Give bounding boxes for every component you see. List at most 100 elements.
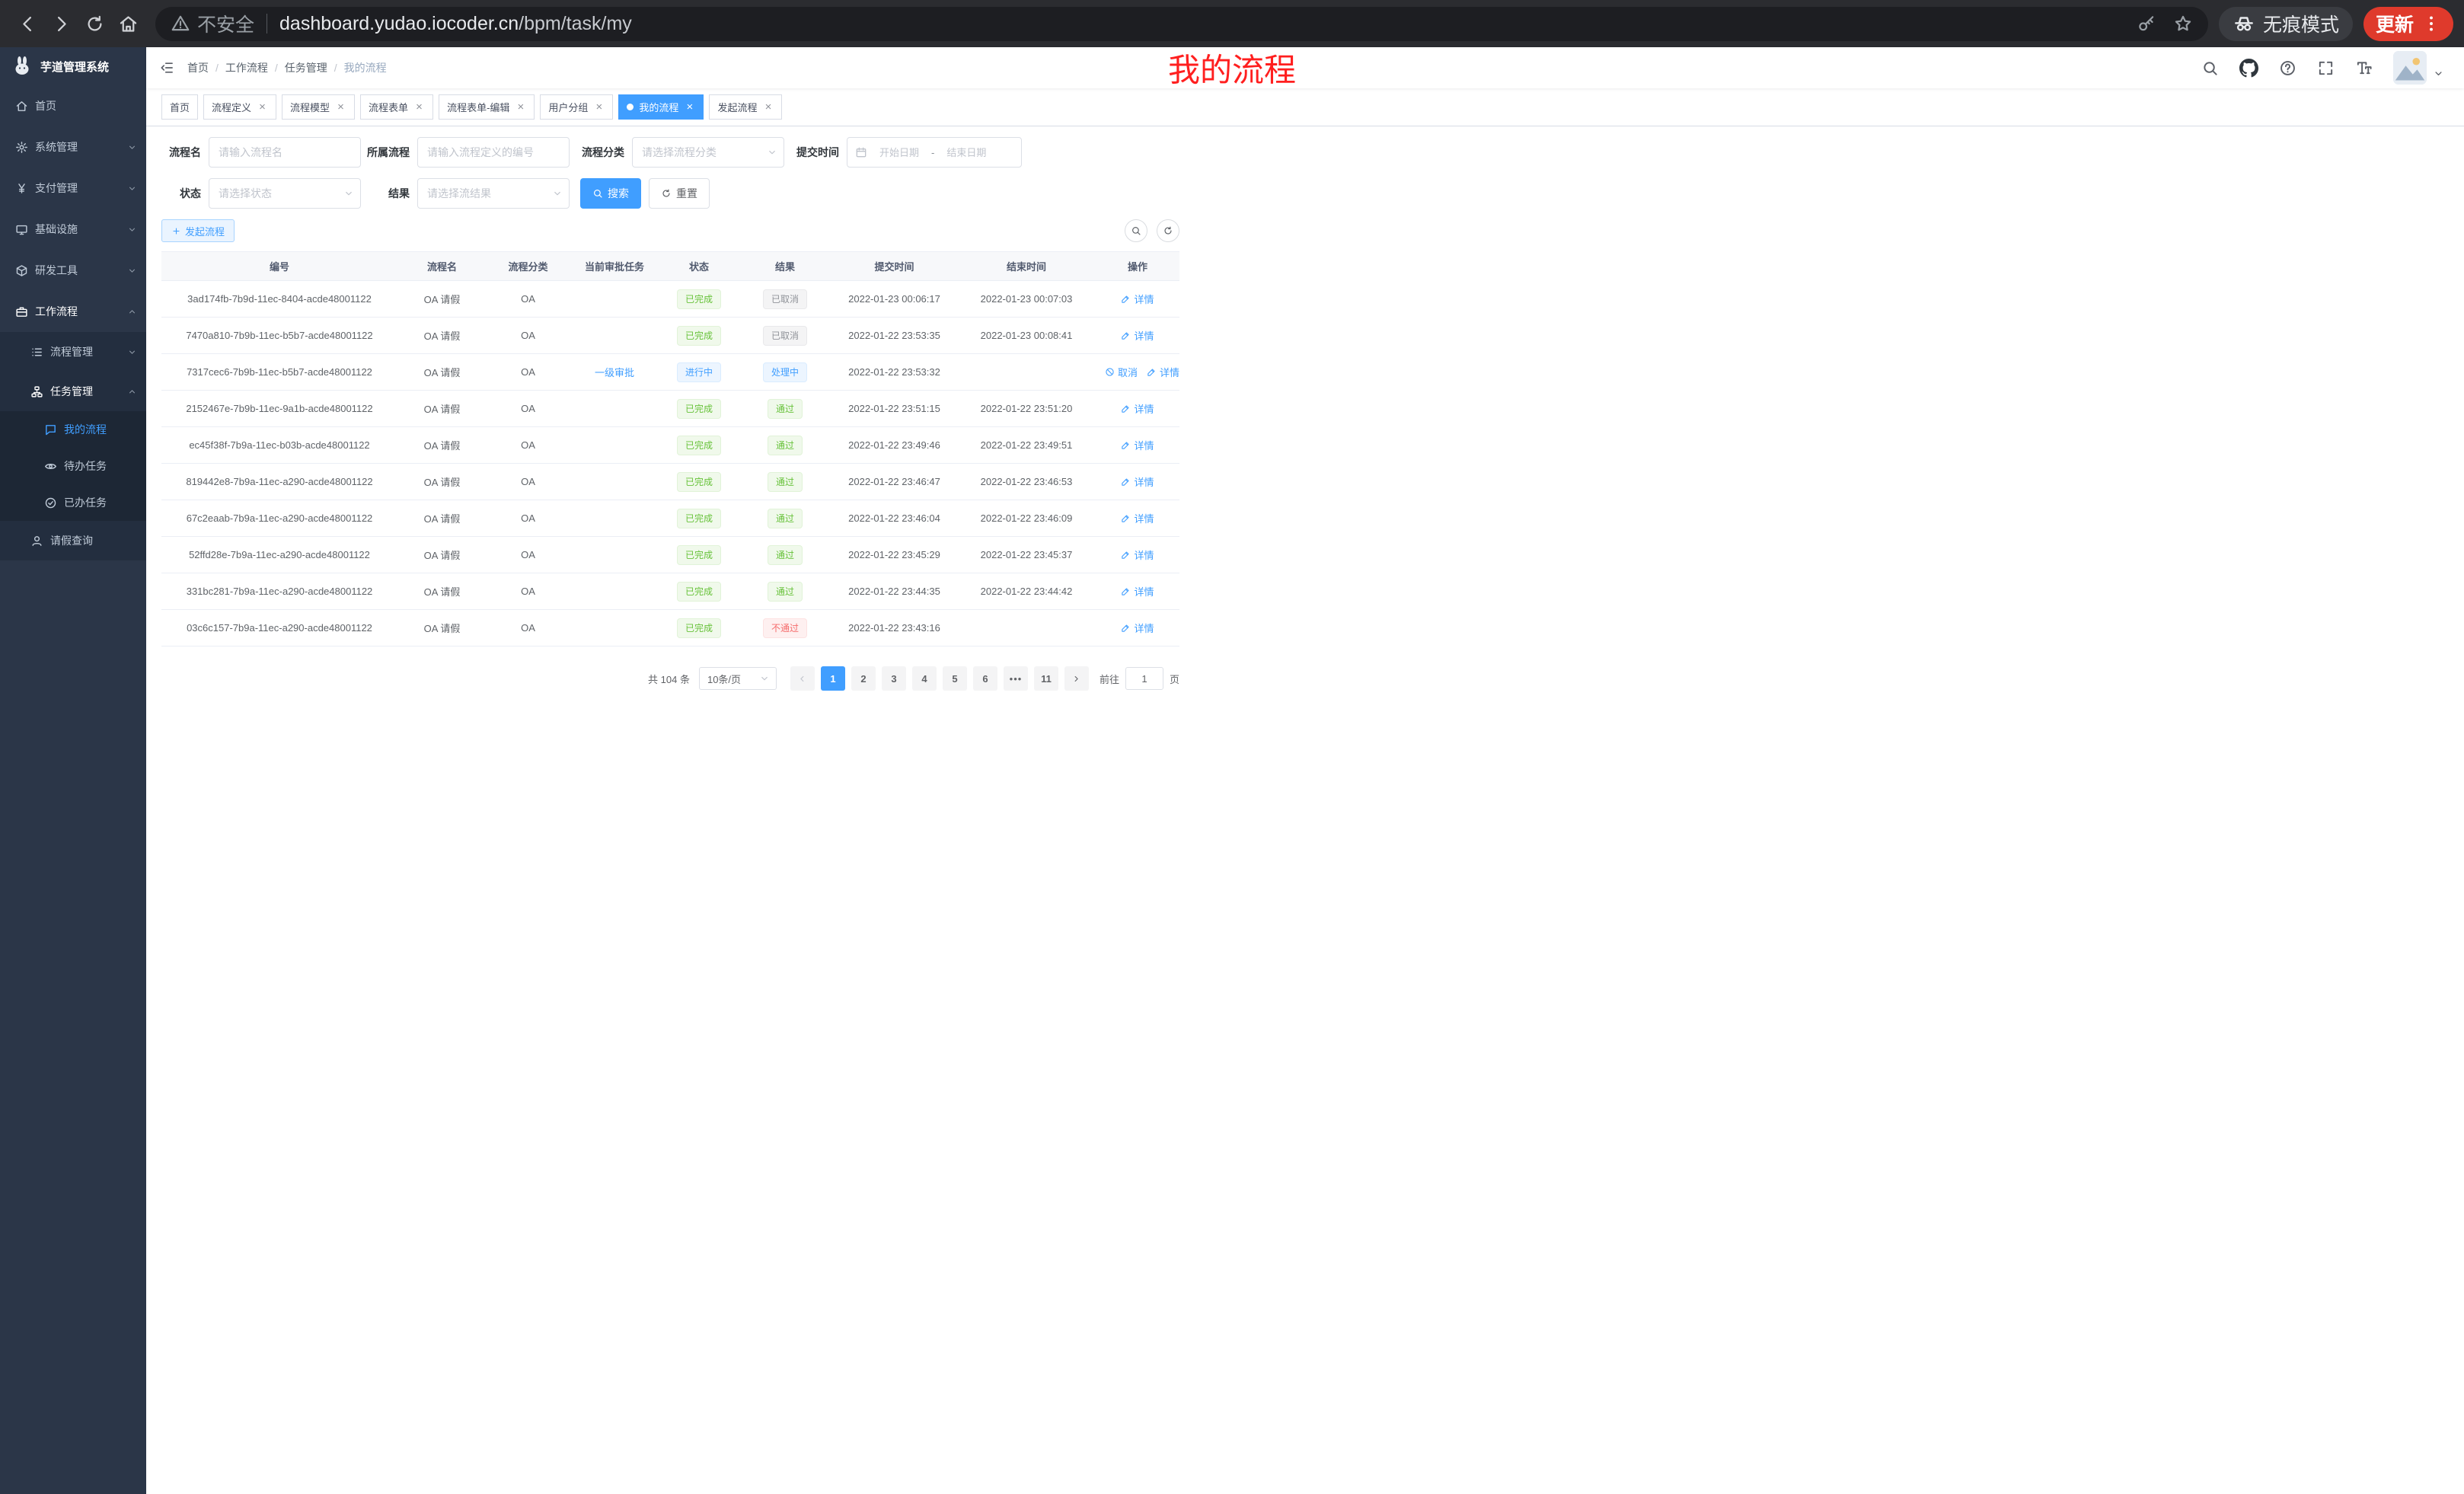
status-select[interactable] <box>209 178 361 209</box>
status-select-input[interactable] <box>209 178 361 209</box>
sidebar-fold-button[interactable] <box>146 47 187 88</box>
cell-current-task <box>570 281 659 318</box>
detail-action-link[interactable]: 详情 <box>1121 621 1154 635</box>
tab-process-form-edit[interactable]: 流程表单-编辑× <box>439 94 535 120</box>
prev-page-button[interactable] <box>790 666 815 691</box>
caret-down-icon[interactable] <box>2433 68 2444 79</box>
sidebar-item-my-process[interactable]: 我的流程 <box>0 411 146 448</box>
category-select[interactable] <box>632 137 784 168</box>
monitor-icon <box>15 223 28 236</box>
sidebar-item-process-manage[interactable]: 流程管理 <box>0 332 146 372</box>
sidebar-menu: 首页系统管理支付管理基础设施研发工具工作流程流程管理任务管理我的流程待办任务已办… <box>0 85 146 560</box>
detail-action-link[interactable]: 详情 <box>1121 328 1154 343</box>
sidebar-item-system[interactable]: 系统管理 <box>0 126 146 168</box>
avatar[interactable] <box>2393 51 2427 85</box>
sidebar-item-workflow[interactable]: 工作流程 <box>0 291 146 332</box>
status-tag: 已完成 <box>677 289 721 309</box>
sidebar-item-home[interactable]: 首页 <box>0 85 146 126</box>
tab-close-icon[interactable]: × <box>593 101 605 113</box>
tab-close-icon[interactable]: × <box>335 101 346 113</box>
tab-start-process[interactable]: 发起流程× <box>709 94 782 120</box>
process-definition-input[interactable] <box>417 137 570 168</box>
detail-action-link[interactable]: 详情 <box>1121 547 1154 562</box>
tab-process-form[interactable]: 流程表单× <box>360 94 433 120</box>
current-task-link[interactable]: 一级审批 <box>595 367 634 378</box>
sidebar-item-leave-query[interactable]: 请假查询 <box>0 521 146 560</box>
tab-close-icon[interactable]: × <box>413 101 425 113</box>
sidebar-item-todo-task[interactable]: 待办任务 <box>0 448 146 484</box>
refresh-icon <box>661 188 672 199</box>
submit-time-range[interactable]: - <box>847 137 1022 168</box>
breadcrumb-task-manage[interactable]: 任务管理 <box>285 60 327 75</box>
cell-category: OA <box>487 610 570 646</box>
browser-forward-button[interactable] <box>44 7 78 40</box>
page-button-2[interactable]: 2 <box>851 666 876 691</box>
sidebar-item-payment[interactable]: 支付管理 <box>0 168 146 209</box>
start-date-input[interactable] <box>871 147 927 158</box>
tab-process-definition[interactable]: 流程定义× <box>203 94 276 120</box>
detail-action-link[interactable]: 详情 <box>1121 292 1154 306</box>
page-button-6[interactable]: 6 <box>973 666 997 691</box>
result-tag: 处理中 <box>763 362 807 382</box>
fullscreen-icon[interactable] <box>2317 59 2335 77</box>
search-button[interactable]: 搜索 <box>580 178 641 209</box>
sidebar-item-infra[interactable]: 基础设施 <box>0 209 146 250</box>
sidebar-item-task-manage[interactable]: 任务管理 <box>0 372 146 411</box>
tab-home[interactable]: 首页 <box>161 94 198 120</box>
detail-action-link[interactable]: 详情 <box>1121 438 1154 452</box>
detail-action-link[interactable]: 详情 <box>1121 401 1154 416</box>
tab-process-model[interactable]: 流程模型× <box>282 94 355 120</box>
detail-action-link[interactable]: 详情 <box>1121 474 1154 489</box>
github-icon[interactable] <box>2239 59 2258 78</box>
start-process-button[interactable]: 发起流程 <box>161 219 235 242</box>
breadcrumb-workflow[interactable]: 工作流程 <box>225 60 268 75</box>
page-button-5[interactable]: 5 <box>943 666 967 691</box>
bookmark-star-icon[interactable] <box>2173 14 2193 34</box>
browser-reload-button[interactable] <box>78 7 111 40</box>
next-page-button[interactable] <box>1064 666 1089 691</box>
tab-close-icon[interactable]: × <box>515 101 526 113</box>
browser-menu-icon[interactable] <box>2421 14 2441 34</box>
tab-close-icon[interactable]: × <box>684 101 695 113</box>
page-button-4[interactable]: 4 <box>912 666 937 691</box>
tab-user-group[interactable]: 用户分组× <box>540 94 613 120</box>
security-chip[interactable]: 不安全 <box>171 10 254 37</box>
detail-action-link[interactable]: 详情 <box>1147 365 1179 379</box>
result-label: 结果 <box>367 186 417 201</box>
result-select-input[interactable] <box>417 178 570 209</box>
address-bar[interactable]: 不安全 dashboard.yudao.iocoder.cn/bpm/task/… <box>155 7 2208 41</box>
password-key-icon[interactable] <box>2137 14 2156 34</box>
toggle-search-button[interactable] <box>1125 219 1147 242</box>
page-button-11[interactable]: 11 <box>1034 666 1058 691</box>
header-search-icon[interactable] <box>2201 59 2219 77</box>
help-icon[interactable] <box>2279 59 2296 77</box>
tab-close-icon[interactable]: × <box>762 101 774 113</box>
page-ellipsis[interactable]: ••• <box>1004 666 1028 691</box>
end-date-input[interactable] <box>938 147 994 158</box>
tab-my-process[interactable]: 我的流程× <box>618 94 704 120</box>
category-select-input[interactable] <box>632 137 784 168</box>
sidebar-item-devtools[interactable]: 研发工具 <box>0 250 146 291</box>
goto-page-input[interactable] <box>1125 667 1163 690</box>
cell-id: 7317cec6-7b9b-11ec-b5b7-acde48001122 <box>161 354 397 391</box>
result-select[interactable] <box>417 178 570 209</box>
refresh-table-button[interactable] <box>1157 219 1179 242</box>
page-size-select[interactable] <box>699 667 777 690</box>
tab-close-icon[interactable]: × <box>257 101 268 113</box>
browser-home-button[interactable] <box>111 7 145 40</box>
cancel-action-link[interactable]: 取消 <box>1105 365 1138 379</box>
reset-button[interactable]: 重置 <box>649 178 710 209</box>
sidebar-item-done-task[interactable]: 已办任务 <box>0 484 146 521</box>
browser-back-button[interactable] <box>11 7 44 40</box>
page-button-3[interactable]: 3 <box>882 666 906 691</box>
breadcrumb-home[interactable]: 首页 <box>187 60 209 75</box>
process-name-input[interactable] <box>209 137 361 168</box>
app-logo[interactable]: 芋道管理系统 <box>0 47 146 85</box>
font-size-icon[interactable] <box>2355 59 2373 77</box>
column-header: 结果 <box>739 252 831 281</box>
detail-action-link[interactable]: 详情 <box>1121 511 1154 525</box>
browser-update-button[interactable]: 更新 <box>2363 7 2453 41</box>
page-button-1[interactable]: 1 <box>821 666 845 691</box>
detail-action-link[interactable]: 详情 <box>1121 584 1154 599</box>
user-menu[interactable] <box>2393 51 2444 85</box>
